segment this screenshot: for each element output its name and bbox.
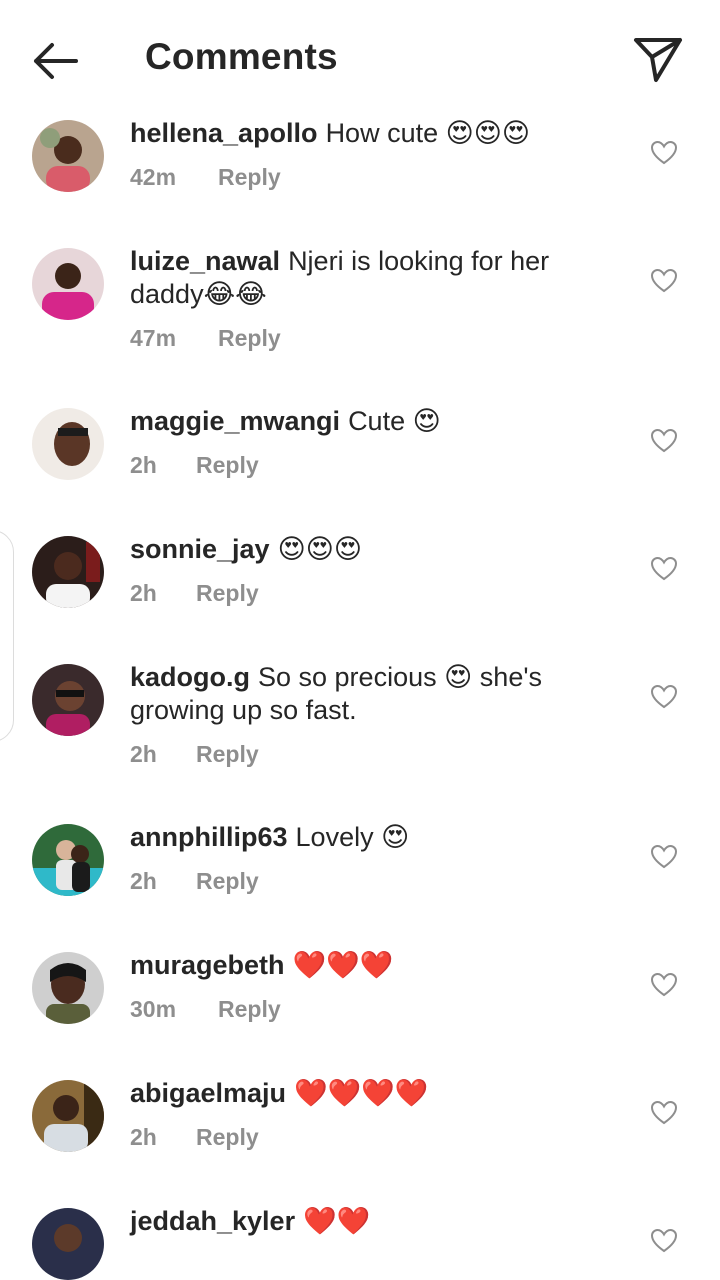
avatar[interactable] xyxy=(32,1080,104,1152)
avatar[interactable] xyxy=(32,248,104,320)
comment-text: How cute xyxy=(325,118,439,148)
avatar[interactable] xyxy=(32,952,104,1024)
send-icon[interactable] xyxy=(630,32,686,84)
emoji-text: ❤️❤️❤️ xyxy=(292,950,394,981)
reply-button[interactable]: Reply xyxy=(218,996,281,1023)
emoji-text: ❤️❤️❤️❤️ xyxy=(294,1078,429,1109)
comment-time: 2h xyxy=(130,741,157,767)
comment-text: Lovely xyxy=(295,822,374,852)
comment-username[interactable]: jeddah_kyler xyxy=(130,1206,295,1236)
comment-text: Cute xyxy=(348,406,406,436)
comment-meta: 2h Reply xyxy=(130,580,259,607)
comment-username[interactable]: annphillip63 xyxy=(130,822,288,852)
reply-button[interactable]: Reply xyxy=(218,164,281,191)
heart-outline-icon[interactable] xyxy=(650,684,678,710)
comment-username[interactable]: luize_nawal xyxy=(130,246,280,276)
comment-meta: 2h Reply xyxy=(130,741,259,768)
comment-time: 47m xyxy=(130,325,177,351)
comment-time: 2h xyxy=(130,1124,157,1150)
heart-outline-icon[interactable] xyxy=(650,1228,678,1254)
avatar[interactable] xyxy=(32,1208,104,1280)
avatar[interactable] xyxy=(32,408,104,480)
page-title: Comments xyxy=(145,36,338,77)
emoji-text: 😂😂 xyxy=(203,279,267,310)
avatar[interactable] xyxy=(32,120,104,192)
reply-button[interactable]: Reply xyxy=(196,741,259,768)
comment-username[interactable]: hellena_apollo xyxy=(130,118,318,148)
arrow-left-icon[interactable] xyxy=(26,36,84,86)
emoji-text: 😍😍😍 xyxy=(277,534,363,565)
heart-outline-icon[interactable] xyxy=(650,268,678,294)
comment-username[interactable]: muragebeth xyxy=(130,950,285,980)
comment-username[interactable]: sonnie_jay xyxy=(130,534,270,564)
comment-meta: 42m Reply xyxy=(130,164,281,191)
reply-button[interactable]: Reply xyxy=(196,868,259,895)
reply-button[interactable]: Reply xyxy=(196,452,259,479)
emoji-text: 😍😍😍 xyxy=(445,118,531,149)
heart-outline-icon[interactable] xyxy=(650,140,678,166)
comment-text: So so precious xyxy=(258,662,437,692)
comment-time: 42m xyxy=(130,164,177,190)
heart-outline-icon[interactable] xyxy=(650,844,678,870)
comment-time: 2h xyxy=(130,580,157,606)
avatar[interactable] xyxy=(32,824,104,896)
comment-meta: 2h Reply xyxy=(130,452,259,479)
heart-outline-icon[interactable] xyxy=(650,1100,678,1126)
comment-username[interactable]: maggie_mwangi xyxy=(130,406,340,436)
comment-meta: 2h Reply xyxy=(130,868,259,895)
heart-outline-icon[interactable] xyxy=(650,972,678,998)
comment-username[interactable]: abigaelmaju xyxy=(130,1078,286,1108)
comment-time: 2h xyxy=(130,868,157,894)
avatar[interactable] xyxy=(32,536,104,608)
emoji-text: 😍 xyxy=(381,822,410,853)
heart-outline-icon[interactable] xyxy=(650,428,678,454)
emoji-text: 😍 xyxy=(444,662,473,693)
comment-meta: 47m Reply xyxy=(130,325,281,352)
reply-button[interactable]: Reply xyxy=(196,580,259,607)
comment-time: 2h xyxy=(130,452,157,478)
emoji-text: 😍 xyxy=(412,406,441,437)
comment-meta: 2h Reply xyxy=(130,1124,259,1151)
reply-button[interactable]: Reply xyxy=(218,325,281,352)
side-edge-tab[interactable] xyxy=(0,530,14,742)
comment-username[interactable]: kadogo.g xyxy=(130,662,250,692)
avatar[interactable] xyxy=(32,664,104,736)
comment-meta: 30m Reply xyxy=(130,996,281,1023)
header: Comments xyxy=(0,0,720,110)
emoji-text: ❤️❤️ xyxy=(303,1206,371,1237)
reply-button[interactable]: Reply xyxy=(196,1124,259,1151)
heart-outline-icon[interactable] xyxy=(650,556,678,582)
comment-time: 30m xyxy=(130,996,177,1022)
